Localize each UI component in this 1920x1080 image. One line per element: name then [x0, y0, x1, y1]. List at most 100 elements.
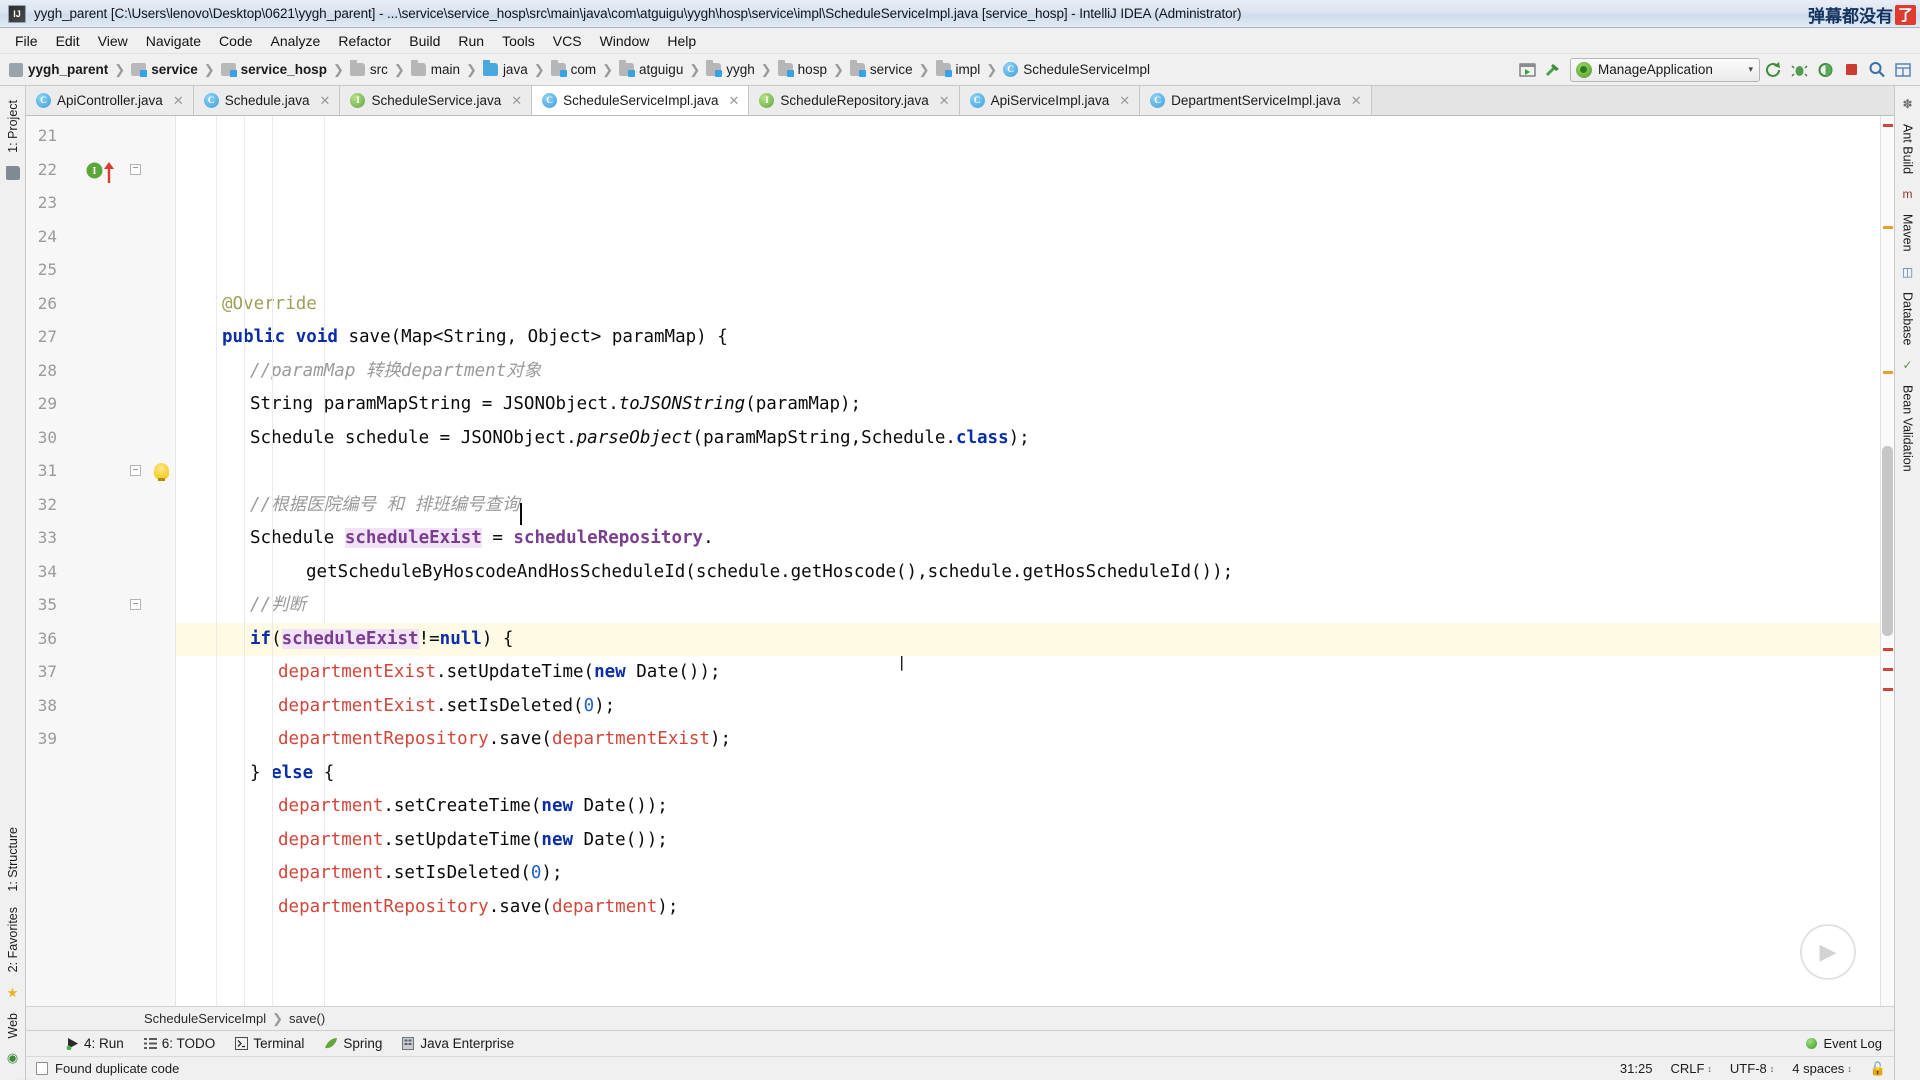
sidebar-item-structure[interactable]: 1: Structure: [2, 819, 24, 900]
menu-view[interactable]: View: [89, 30, 137, 52]
tab-apiserviceimpl[interactable]: C ApiServiceImpl.java ✕: [959, 86, 1141, 115]
breadcrumb-project[interactable]: yygh_parent: [4, 60, 113, 79]
breadcrumb-atguigu[interactable]: atguigu: [614, 60, 688, 79]
code-editor[interactable]: 21 22 I − 23 24 25 26 27 28 29 30 31 − 32 33 34 35 − 36 37 38…: [26, 116, 1894, 1006]
code-line[interactable]: department.setIsDeleted(0);: [176, 857, 1880, 891]
code-line[interactable]: public void save(Map<String, Object> par…: [176, 321, 1880, 355]
menu-run[interactable]: Run: [449, 30, 493, 52]
settings-icon[interactable]: [1890, 58, 1916, 82]
breadcrumb-module-service[interactable]: service: [126, 60, 203, 79]
code-line[interactable]: //根据医院编号 和 排班编号查询: [176, 489, 1880, 523]
menu-window[interactable]: Window: [591, 30, 659, 52]
code-line[interactable]: String paramMapString = JSONObject.toJSO…: [176, 388, 1880, 422]
code-line[interactable]: Schedule scheduleExist = scheduleReposit…: [176, 522, 1880, 556]
menu-help[interactable]: Help: [658, 30, 705, 52]
menu-vcs[interactable]: VCS: [544, 30, 591, 52]
breadcrumb-method-name[interactable]: save(): [289, 1011, 325, 1026]
override-arrow-icon[interactable]: [102, 161, 116, 187]
code-line[interactable]: departmentRepository.save(departmentExis…: [176, 723, 1880, 757]
tool-window-event-log[interactable]: Event Log: [1823, 1036, 1882, 1051]
menu-build[interactable]: Build: [400, 30, 449, 52]
tool-window-todo[interactable]: 6: TODO: [134, 1033, 226, 1054]
status-line-separator[interactable]: CRLF ↕: [1670, 1061, 1711, 1076]
tool-window-spring[interactable]: Spring: [314, 1033, 392, 1054]
editor-gutter[interactable]: 21 22 I − 23 24 25 26 27 28 29 30 31 − 32 33 34 35 − 36 37 38…: [26, 116, 176, 1006]
status-indent[interactable]: 4 spaces ↕: [1792, 1061, 1852, 1076]
status-caret-position[interactable]: 31:25: [1620, 1061, 1653, 1076]
breadcrumb-module-service-hosp[interactable]: service_hosp: [216, 60, 332, 79]
tab-schedule[interactable]: C Schedule.java ✕: [193, 86, 341, 115]
breadcrumb-java[interactable]: java: [478, 60, 533, 79]
tab-apicontroller[interactable]: C ApiController.java ✕: [26, 86, 194, 115]
breadcrumb-com[interactable]: com: [546, 60, 602, 79]
menu-analyze[interactable]: Analyze: [262, 30, 330, 52]
intention-bulb-icon[interactable]: [154, 463, 169, 481]
menu-file[interactable]: File: [6, 30, 47, 52]
analysis-marker[interactable]: [1883, 124, 1893, 127]
status-lock-icon[interactable]: 🔓: [1870, 1061, 1886, 1077]
close-icon[interactable]: ✕: [173, 93, 184, 109]
breadcrumb-impl[interactable]: impl: [931, 60, 986, 79]
sidebar-item-ant-build[interactable]: Ant Build: [1897, 116, 1919, 182]
menu-navigate[interactable]: Navigate: [137, 30, 210, 52]
breadcrumb-main[interactable]: main: [406, 60, 465, 79]
breadcrumb-src[interactable]: src: [345, 60, 393, 79]
code-line[interactable]: //paramMap 转换department对象: [176, 355, 1880, 389]
code-area[interactable]: ⌠ @Override public void save(Map<String, …: [176, 116, 1880, 1006]
status-encoding[interactable]: UTF-8 ↕: [1730, 1061, 1774, 1076]
code-fold-toggle[interactable]: −: [130, 599, 141, 610]
tab-departmentserviceimpl[interactable]: C DepartmentServiceImpl.java ✕: [1140, 86, 1372, 115]
menu-edit[interactable]: Edit: [47, 30, 89, 52]
code-line[interactable]: [176, 455, 1880, 489]
code-line[interactable]: departmentRepository.save(department);: [176, 891, 1880, 925]
breadcrumb-class[interactable]: C ScheduleServiceImpl: [998, 60, 1155, 79]
analysis-stripe[interactable]: [1880, 116, 1894, 1006]
code-line[interactable]: @Override: [176, 288, 1880, 322]
editor-scrollbar-thumb[interactable]: [1882, 446, 1893, 636]
code-line[interactable]: departmentExist.setIsDeleted(0);: [176, 690, 1880, 724]
code-line[interactable]: Schedule schedule = JSONObject.parseObje…: [176, 422, 1880, 456]
menu-code[interactable]: Code: [210, 30, 261, 52]
breadcrumb-service-pkg[interactable]: service: [845, 60, 918, 79]
menu-refactor[interactable]: Refactor: [329, 30, 400, 52]
code-line[interactable]: getScheduleByHoscodeAndHosScheduleId(sch…: [176, 556, 1880, 590]
sidebar-item-bean-validation[interactable]: Bean Validation: [1897, 377, 1919, 480]
analysis-marker[interactable]: [1883, 371, 1893, 374]
code-line[interactable]: //判断: [176, 589, 1880, 623]
close-icon[interactable]: ✕: [1119, 93, 1130, 109]
build-hammer-icon[interactable]: [1540, 58, 1566, 82]
tool-window-terminal[interactable]: Terminal: [225, 1033, 314, 1054]
code-line[interactable]: departmentExist.setUpdateTime(new Date()…: [176, 656, 1880, 690]
sidebar-item-database[interactable]: Database: [1897, 284, 1919, 354]
analysis-marker[interactable]: [1883, 226, 1893, 229]
breadcrumb-yygh[interactable]: yygh: [701, 60, 760, 79]
tab-scheduleservice[interactable]: I ScheduleService.java ✕: [340, 86, 533, 115]
breadcrumb-hosp[interactable]: hosp: [773, 60, 832, 79]
analysis-marker[interactable]: [1883, 688, 1893, 691]
code-line[interactable]: department.setCreateTime(new Date());: [176, 790, 1880, 824]
sidebar-item-web[interactable]: Web: [2, 1005, 24, 1046]
tool-window-run[interactable]: 4: Run: [56, 1033, 134, 1054]
select-opened-file-icon[interactable]: [1514, 58, 1540, 82]
tab-scheduleserviceimpl[interactable]: C ScheduleServiceImpl.java ✕: [532, 86, 750, 115]
code-fold-toggle[interactable]: −: [130, 465, 141, 476]
analysis-marker[interactable]: [1883, 648, 1893, 651]
rerun-icon[interactable]: [1760, 58, 1786, 82]
analysis-marker[interactable]: [1883, 668, 1893, 671]
implementing-method-icon[interactable]: I: [86, 162, 103, 182]
stop-icon[interactable]: [1838, 58, 1864, 82]
code-fold-toggle[interactable]: −: [130, 163, 141, 175]
tool-window-java-enterprise[interactable]: Java Enterprise: [392, 1033, 524, 1054]
close-icon[interactable]: ✕: [320, 93, 331, 109]
close-icon[interactable]: ✕: [939, 93, 950, 109]
sidebar-item-maven[interactable]: Maven: [1897, 206, 1919, 260]
close-icon[interactable]: ✕: [729, 93, 740, 109]
code-line[interactable]: department.setUpdateTime(new Date());: [176, 824, 1880, 858]
breadcrumb-class-name[interactable]: ScheduleServiceImpl: [144, 1011, 266, 1026]
close-icon[interactable]: ✕: [511, 93, 522, 109]
code-line[interactable]: if(scheduleExist!=null) {: [176, 622, 1880, 656]
search-everywhere-icon[interactable]: [1864, 58, 1890, 82]
menu-tools[interactable]: Tools: [493, 30, 544, 52]
run-configuration-selector[interactable]: ManageApplication ▾: [1570, 57, 1760, 82]
debug-icon[interactable]: [1786, 58, 1812, 82]
